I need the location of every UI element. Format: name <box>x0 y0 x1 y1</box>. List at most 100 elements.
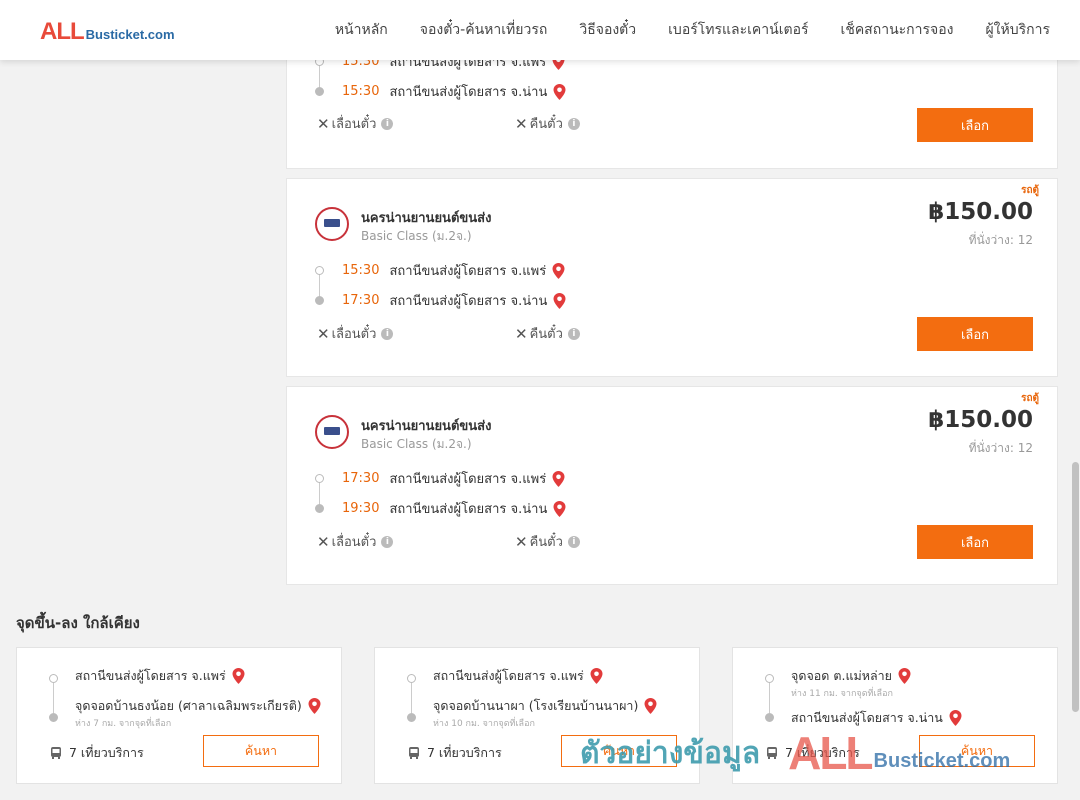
stop-dot-icon <box>315 87 324 96</box>
ticket-price: ฿150.00 <box>928 407 1033 433</box>
nearby-to-stop: สถานีขนส่งผู้โดยสาร จ.น่าน <box>791 708 962 728</box>
map-pin-icon[interactable] <box>898 668 911 684</box>
nearby-stops-title: จุดขึ้น-ลง ใกล้เคียง <box>16 614 140 632</box>
bus-icon <box>51 747 61 759</box>
info-icon[interactable]: i <box>381 117 394 130</box>
info-icon[interactable]: i <box>381 327 394 340</box>
trip-count: 7 เที่ยวบริการ <box>765 743 860 763</box>
arrival-stop: 15:30 สถานีขนส่งผู้โดยสาร จ.น่าน <box>315 81 566 102</box>
nearby-to-stop: จุดจอดบ้านธงน้อย (ศาลาเฉลิมพระเกียรติ) <box>75 696 321 716</box>
trip-count: 7 เที่ยวบริการ <box>49 743 144 763</box>
info-icon[interactable]: i <box>567 327 580 340</box>
postpone-label: เลื่อนตั๋ว <box>331 327 377 342</box>
nav-book-ticket[interactable]: จองตั๋ว-ค้นหาเที่ยวรถ <box>420 19 548 41</box>
nav-phone-counter[interactable]: เบอร์โทรและเคาน์เตอร์ <box>668 19 808 41</box>
search-button[interactable]: ค้นหา <box>919 735 1035 767</box>
nearby-route-card: สถานีขนส่งผู้โดยสาร จ.แพร่ จุดจอดบ้านนาผ… <box>374 647 700 784</box>
route-line <box>769 683 770 713</box>
nearby-to-label: สถานีขนส่งผู้โดยสาร จ.น่าน <box>791 710 943 725</box>
map-pin-icon[interactable] <box>232 668 245 684</box>
operator-logo <box>315 415 349 449</box>
arrival-time: 19:30 <box>342 501 380 516</box>
trip-card: รถตู้ นครน่านยานยนต์ขนส่ง Basic Class (ม… <box>286 178 1058 377</box>
nearby-route-card: จุดจอด ต.แม่หล่าย ห่าง 11 กม. จากจุดที่เ… <box>732 647 1058 784</box>
departure-place: สถานีขนส่งผู้โดยสาร จ.แพร่ <box>389 264 547 279</box>
vehicle-type-badge: รถตู้ <box>1021 185 1039 196</box>
stop-dot-icon <box>315 296 324 305</box>
bus-icon <box>409 747 419 759</box>
postpone-policy: ✕ เลื่อนตั๋ว i <box>317 531 394 552</box>
search-button[interactable]: ค้นหา <box>561 735 677 767</box>
map-pin-icon[interactable] <box>553 83 566 100</box>
logo-domain-text: Busticket.com <box>85 27 175 42</box>
map-pin-icon[interactable] <box>552 262 565 279</box>
nearby-to-label: จุดจอดบ้านนาผา (โรงเรียนบ้านนาผา) <box>433 698 639 713</box>
info-icon[interactable]: i <box>567 117 580 130</box>
departure-place: สถานีขนส่งผู้โดยสาร จ.แพร่ <box>389 472 547 487</box>
map-pin-icon[interactable] <box>308 698 321 714</box>
stop-dot-icon <box>49 713 58 722</box>
map-pin-icon[interactable] <box>644 698 657 714</box>
stop-dot-icon <box>315 504 324 513</box>
departure-stop: 15:30 สถานีขนส่งผู้โดยสาร จ.แพร่ <box>315 260 565 281</box>
stop-dot-icon <box>315 266 324 275</box>
site-logo[interactable]: ALL Busticket.com <box>40 18 175 46</box>
seats-available: ที่นั่งว่าง: 12 <box>968 233 1033 247</box>
departure-stop: 17:30 สถานีขนส่งผู้โดยสาร จ.แพร่ <box>315 468 565 489</box>
main-nav: หน้าหลัก จองตั๋ว-ค้นหาเที่ยวรถ วิธีจองตั… <box>303 0 1050 60</box>
stop-dot-icon <box>765 713 774 722</box>
operator-logo <box>315 207 349 241</box>
seats-available: ที่นั่งว่าง: 12 <box>968 441 1033 455</box>
close-icon: ✕ <box>317 324 330 343</box>
close-icon: ✕ <box>515 532 528 551</box>
stop-dot-icon <box>407 713 416 722</box>
select-trip-button[interactable]: เลือก <box>917 525 1033 559</box>
info-icon[interactable]: i <box>567 535 580 548</box>
nearby-from-stop: สถานีขนส่งผู้โดยสาร จ.แพร่ <box>75 666 245 686</box>
nearby-from-stop: สถานีขนส่งผู้โดยสาร จ.แพร่ <box>433 666 603 686</box>
postpone-label: เลื่อนตั๋ว <box>331 117 377 132</box>
vehicle-type-badge: รถตู้ <box>1021 393 1039 404</box>
select-trip-button[interactable]: เลือก <box>917 317 1033 351</box>
trip-count: 7 เที่ยวบริการ <box>407 743 502 763</box>
stop-dot-icon <box>765 674 774 683</box>
scrollbar-thumb[interactable] <box>1072 462 1079 712</box>
service-class: Basic Class (ม.2จ.) <box>361 229 472 243</box>
service-class: Basic Class (ม.2จ.) <box>361 437 472 451</box>
close-icon: ✕ <box>515 114 528 133</box>
site-header: ALL Busticket.com หน้าหลัก จองตั๋ว-ค้นหา… <box>0 0 1080 60</box>
select-trip-button[interactable]: เลือก <box>917 108 1033 142</box>
nav-operators[interactable]: ผู้ให้บริการ <box>985 19 1050 41</box>
arrival-time: 15:30 <box>342 84 380 99</box>
nav-check-booking[interactable]: เช็คสถานะการจอง <box>841 19 954 41</box>
postpone-label: เลื่อนตั๋ว <box>331 535 377 550</box>
arrival-place: สถานีขนส่งผู้โดยสาร จ.น่าน <box>389 294 548 309</box>
refund-policy: ✕ คืนตั๋ว i <box>515 113 580 134</box>
departure-time: 17:30 <box>342 471 380 486</box>
info-icon[interactable]: i <box>381 535 394 548</box>
nearby-route-card: สถานีขนส่งผู้โดยสาร จ.แพร่ จุดจอดบ้านธงน… <box>16 647 342 784</box>
route-line <box>53 683 54 713</box>
distance-note: ห่าง 7 กม. จากจุดที่เลือก <box>75 719 172 729</box>
nearby-from-label: จุดจอด ต.แม่หล่าย <box>791 668 892 683</box>
close-icon: ✕ <box>317 532 330 551</box>
arrival-time: 17:30 <box>342 293 380 308</box>
search-button[interactable]: ค้นหา <box>203 735 319 767</box>
arrival-stop: 19:30 สถานีขนส่งผู้โดยสาร จ.น่าน <box>315 498 566 519</box>
distance-note: ห่าง 10 กม. จากจุดที่เลือก <box>433 719 535 729</box>
stop-dot-icon <box>49 674 58 683</box>
refund-policy: ✕ คืนตั๋ว i <box>515 531 580 552</box>
close-icon: ✕ <box>515 324 528 343</box>
map-pin-icon[interactable] <box>553 500 566 517</box>
map-pin-icon[interactable] <box>949 710 962 726</box>
arrival-place: สถานีขนส่งผู้โดยสาร จ.น่าน <box>389 502 548 517</box>
nav-how-to-book[interactable]: วิธีจองตั๋ว <box>579 19 636 41</box>
nav-home[interactable]: หน้าหลัก <box>335 19 388 41</box>
trip-count-label: 7 เที่ยวบริการ <box>785 745 860 760</box>
map-pin-icon[interactable] <box>552 470 565 487</box>
map-pin-icon[interactable] <box>553 292 566 309</box>
operator-name: นครน่านยานยนต์ขนส่ง <box>361 419 492 434</box>
refund-policy: ✕ คืนตั๋ว i <box>515 323 580 344</box>
nearby-from-label: สถานีขนส่งผู้โดยสาร จ.แพร่ <box>75 668 226 683</box>
map-pin-icon[interactable] <box>590 668 603 684</box>
